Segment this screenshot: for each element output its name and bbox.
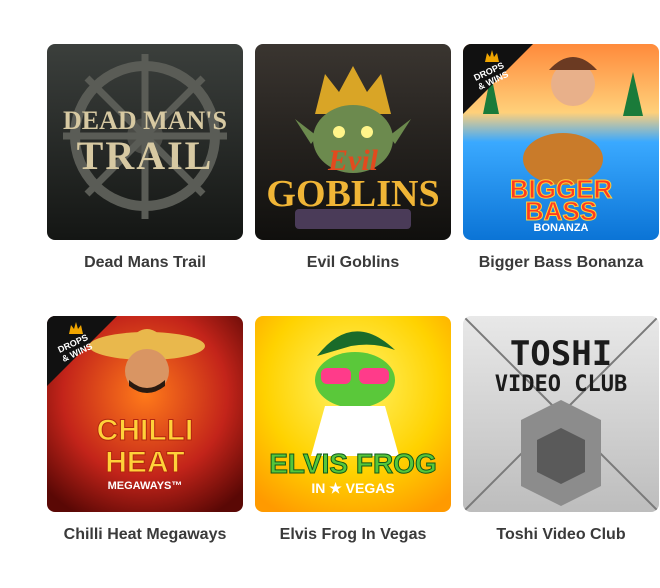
crown-icon [485,50,499,62]
game-title[interactable]: Chilli Heat Megaways [47,526,243,544]
game-thumbnail[interactable]: Evil GOBLINS [255,44,451,240]
art-line-1: ELVIS FROG [269,448,438,480]
game-card-evil-goblins[interactable]: Evil GOBLINS Evil Goblins [255,44,451,316]
game-card-bigger-bass-bonanza[interactable]: DROPS & WINS BIGGER BASS BONANZA Bigger … [463,44,659,316]
game-thumbnail[interactable]: DROPS & WINS BIGGER BASS BONANZA [463,44,659,240]
game-thumbnail[interactable]: DEAD MAN'S TRAIL [47,44,243,240]
game-thumbnail[interactable]: TOSHI VIDEO CLUB [463,316,659,512]
game-title[interactable]: Toshi Video Club [463,526,659,544]
game-thumbnail[interactable]: ELVIS FROG IN ★ VEGAS [255,316,451,512]
art-line-2: VIDEO CLUB [494,372,628,397]
game-title[interactable]: Elvis Frog In Vegas [255,526,451,544]
game-card-toshi-video-club[interactable]: TOSHI VIDEO CLUB Toshi Video Club [463,316,659,588]
art-line-2: TRAIL [76,133,214,178]
art-line-2: GOBLINS [266,173,440,215]
game-card-chilli-heat-megaways[interactable]: DROPS & WINS CHILLI HEAT MEGAWAYS™ Chill… [47,316,243,588]
games-grid: DEAD MAN'S TRAIL Dead Mans Trail Evil GO… [47,44,659,588]
game-title[interactable]: Dead Mans Trail [47,254,243,272]
art-line-2: IN ★ VEGAS [311,480,395,496]
art-line-2: HEAT [105,446,185,480]
art-line-3: MEGAWAYS™ [107,480,183,492]
game-thumbnail[interactable]: DROPS & WINS CHILLI HEAT MEGAWAYS™ [47,316,243,512]
art-line-1: CHILLI [96,414,194,448]
art-line-3: BONANZA [533,222,589,234]
game-card-elvis-frog-in-vegas[interactable]: ELVIS FROG IN ★ VEGAS Elvis Frog In Vega… [255,316,451,588]
crown-icon [69,322,83,334]
art-line-1: TOSHI [509,334,613,374]
game-card-dead-mans-trail[interactable]: DEAD MAN'S TRAIL Dead Mans Trail [47,44,243,316]
game-title[interactable]: Evil Goblins [255,254,451,272]
game-title[interactable]: Bigger Bass Bonanza [463,254,659,272]
